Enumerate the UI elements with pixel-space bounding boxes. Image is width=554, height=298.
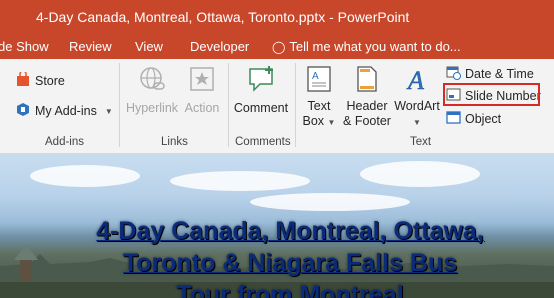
header-footer-label-1: Header: [346, 99, 388, 113]
action-button[interactable]: Action: [181, 65, 223, 116]
tab-developer[interactable]: Developer: [190, 39, 249, 54]
store-icon: [16, 70, 30, 90]
my-addins-label: My Add-ins: [35, 104, 97, 118]
tab-view[interactable]: View: [135, 39, 163, 54]
addins-group-label: Add-ins: [45, 136, 84, 148]
chevron-down-icon: ▼: [413, 118, 421, 127]
links-group-label: Links: [161, 136, 188, 148]
text-box-label-1: Text: [307, 99, 331, 113]
slide-canvas[interactable]: 4-Day Canada, Montreal, Ottawa, Toronto …: [0, 153, 554, 298]
title-bar: 4-Day Canada, Montreal, Ottawa, Toronto.…: [0, 0, 554, 34]
cloud: [30, 165, 140, 187]
slide-title[interactable]: 4-Day Canada, Montreal, Ottawa, Toronto …: [40, 215, 540, 298]
divider: [228, 63, 229, 147]
object-button[interactable]: Object: [446, 110, 501, 128]
text-box-label-2: Box ▼: [302, 114, 336, 128]
store-button[interactable]: Store: [16, 70, 65, 90]
header-footer-label-2: & Footer: [343, 114, 391, 128]
chevron-down-icon: ▼: [104, 106, 113, 116]
text-box-icon: A: [306, 65, 332, 96]
date-time-label: Date & Time: [465, 67, 534, 81]
store-label: Store: [35, 74, 65, 88]
cloud: [250, 193, 410, 211]
slide-number-highlight: [443, 83, 540, 106]
chevron-down-icon: ▼: [327, 118, 336, 127]
action-star-icon: [188, 65, 216, 96]
object-label: Object: [465, 112, 502, 126]
text-group-label: Text: [410, 136, 432, 148]
globe-link-icon: [138, 65, 166, 96]
wordart-label: WordArt: [394, 99, 440, 113]
ribbon-tabs: de Show Review View Developer ◯ Tell me …: [0, 34, 554, 59]
calendar-clock-icon: [446, 65, 461, 83]
divider: [119, 63, 120, 147]
tell-me-placeholder: Tell me what you want to do...: [289, 39, 461, 54]
object-icon: [446, 110, 461, 128]
wordart-icon: A: [404, 65, 430, 96]
header-footer-button[interactable]: Header & Footer: [341, 65, 393, 129]
action-label: Action: [184, 101, 220, 115]
my-addins-icon: [16, 102, 30, 120]
tell-me-search[interactable]: ◯ Tell me what you want to do...: [272, 39, 461, 54]
ribbon-insert: Store My Add-ins ▼ Add-ins Hyperlink Act…: [0, 59, 554, 154]
header-footer-icon: [355, 65, 379, 96]
svg-text:A: A: [406, 66, 424, 93]
cloud: [170, 171, 310, 191]
hyperlink-button[interactable]: Hyperlink: [125, 65, 179, 116]
tab-review[interactable]: Review: [69, 39, 112, 54]
text-box-button[interactable]: A Text Box ▼: [298, 65, 340, 130]
wordart-button[interactable]: A WordArt ▼: [393, 65, 441, 130]
divider: [295, 63, 296, 147]
cloud: [360, 161, 480, 187]
svg-text:A: A: [312, 71, 319, 82]
comment-button[interactable]: Comment: [232, 65, 290, 116]
comment-label: Comment: [233, 101, 289, 115]
date-time-button[interactable]: Date & Time: [446, 65, 534, 83]
comment-icon: [246, 65, 276, 96]
lightbulb-icon: ◯: [272, 40, 286, 54]
comments-group-label: Comments: [235, 136, 291, 148]
my-addins-button[interactable]: My Add-ins ▼: [16, 102, 113, 120]
hyperlink-label: Hyperlink: [125, 101, 179, 115]
window-title: 4-Day Canada, Montreal, Ottawa, Toronto.…: [36, 9, 410, 25]
tab-slide-show[interactable]: de Show: [0, 39, 49, 54]
